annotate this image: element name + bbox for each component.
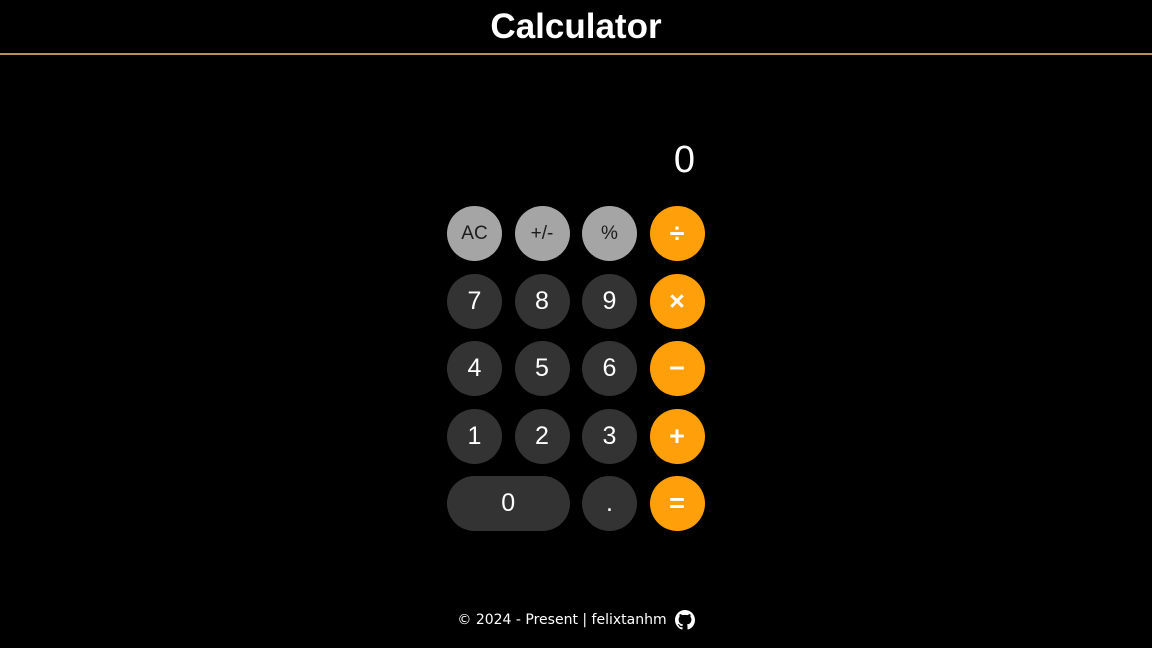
equals-button[interactable]: =	[649, 476, 705, 531]
digit-9-button[interactable]: 9	[582, 273, 637, 329]
digit-2-button[interactable]: 2	[514, 408, 570, 464]
calculator: 0 AC +/- % ÷ 7 8 9 × 4 5 6 − 1 2 3 + 0 .…	[447, 130, 705, 531]
digit-7-button[interactable]: 7	[447, 273, 502, 329]
page-title: Calculator	[490, 7, 662, 46]
multiply-button[interactable]: ×	[649, 273, 705, 329]
digit-1-button[interactable]: 1	[447, 408, 502, 464]
github-icon[interactable]	[674, 610, 695, 630]
footer: © 2024 - Present | felixtanhm	[0, 606, 1152, 634]
decimal-button[interactable]: .	[582, 476, 637, 531]
percent-button[interactable]: %	[582, 206, 637, 261]
add-button[interactable]: +	[649, 408, 705, 464]
all-clear-button[interactable]: AC	[447, 206, 502, 261]
divide-button[interactable]: ÷	[649, 206, 705, 261]
subtract-button[interactable]: −	[649, 341, 705, 396]
digit-6-button[interactable]: 6	[582, 341, 637, 396]
keypad: AC +/- % ÷ 7 8 9 × 4 5 6 − 1 2 3 + 0 . =	[447, 206, 705, 531]
digit-0-button[interactable]: 0	[447, 476, 570, 531]
digit-5-button[interactable]: 5	[514, 341, 570, 396]
toggle-sign-button[interactable]: +/-	[514, 206, 570, 261]
digit-8-button[interactable]: 8	[514, 273, 570, 329]
calculator-display: 0	[673, 139, 695, 181]
footer-text: © 2024 - Present | felixtanhm	[457, 612, 667, 628]
app-header: Calculator	[0, 0, 1152, 55]
digit-4-button[interactable]: 4	[447, 341, 502, 396]
digit-3-button[interactable]: 3	[582, 408, 637, 464]
